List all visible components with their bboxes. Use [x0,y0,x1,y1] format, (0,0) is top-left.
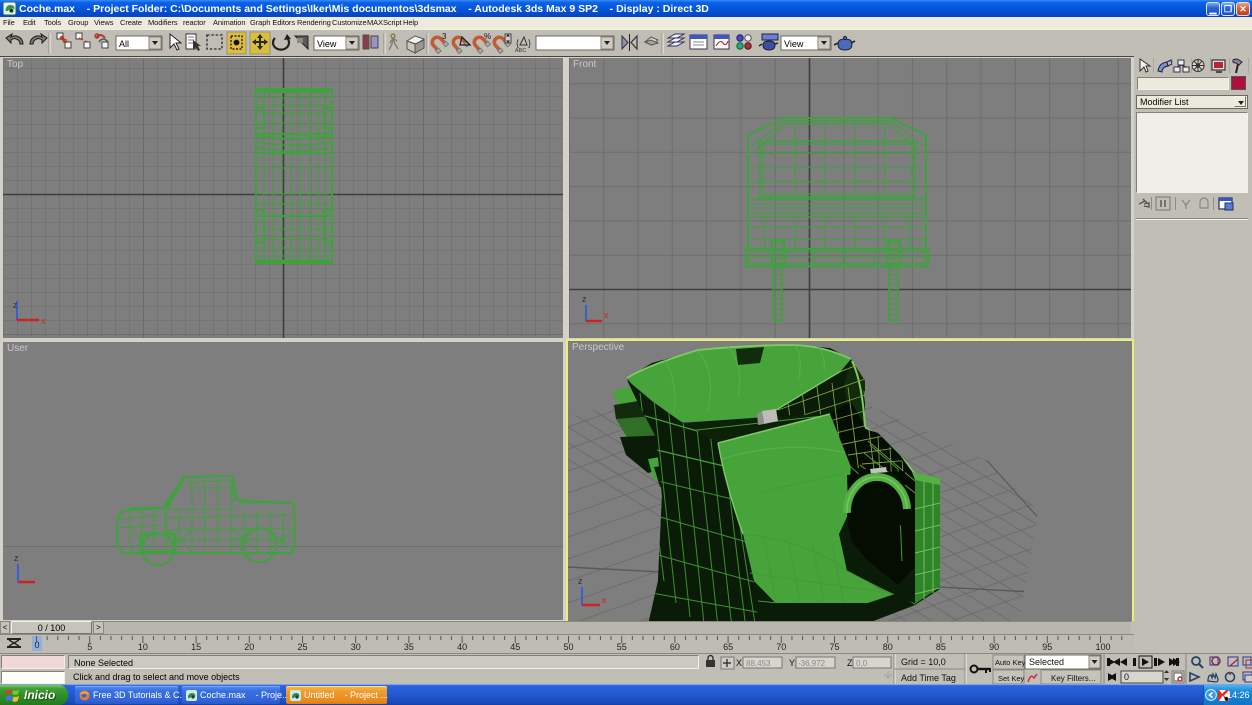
svg-text:30: 30 [351,642,361,652]
svg-text:75: 75 [830,642,840,652]
svg-text:40: 40 [457,642,467,652]
svg-text:{: { [516,38,519,48]
svg-text:10: 10 [138,642,148,652]
svg-text:z: z [578,576,583,586]
svg-text:65: 65 [723,642,733,652]
svg-text:x: x [41,316,46,326]
svg-text:z: z [14,553,19,563]
svg-text:0,0: 0,0 [856,659,868,668]
svg-text:100: 100 [1096,642,1111,652]
svg-text:55: 55 [617,642,627,652]
svg-text:x: x [604,310,609,320]
svg-text:35: 35 [404,642,414,652]
svg-text:ABC: ABC [515,48,526,54]
svg-text:0: 0 [35,640,40,650]
svg-text:Add Time Tag: Add Time Tag [901,673,956,683]
svg-text:x: x [602,595,607,605]
svg-text:3: 3 [442,32,447,41]
svg-text:5: 5 [87,642,92,652]
svg-text:25: 25 [298,642,308,652]
svg-text:-36,972: -36,972 [798,659,826,668]
svg-text:Auto Key: Auto Key [995,658,1026,667]
svg-text:View: View [317,39,337,49]
svg-text:0: 0 [1124,672,1129,682]
svg-text:Selected: Selected [1029,657,1064,667]
svg-text:View: View [784,39,804,49]
svg-text:70: 70 [776,642,786,652]
svg-text:}: } [528,38,531,48]
svg-text:z: z [13,300,18,310]
svg-text:Grid = 10,0: Grid = 10,0 [901,657,946,667]
svg-text:90: 90 [989,642,999,652]
svg-text:85: 85 [936,642,946,652]
svg-text:88,453: 88,453 [746,659,771,668]
svg-text:Key Filters...: Key Filters... [1051,674,1095,683]
svg-text:%: % [484,32,491,41]
svg-text:80: 80 [883,642,893,652]
svg-text:z: z [582,294,587,304]
svg-text:All: All [119,39,129,49]
svg-text:15: 15 [191,642,201,652]
svg-text:20: 20 [244,642,254,652]
svg-text:95: 95 [1042,642,1052,652]
svg-text:60: 60 [670,642,680,652]
svg-text:45: 45 [510,642,520,652]
svg-text:50: 50 [564,642,574,652]
svg-text:Set Key: Set Key [998,674,1025,683]
